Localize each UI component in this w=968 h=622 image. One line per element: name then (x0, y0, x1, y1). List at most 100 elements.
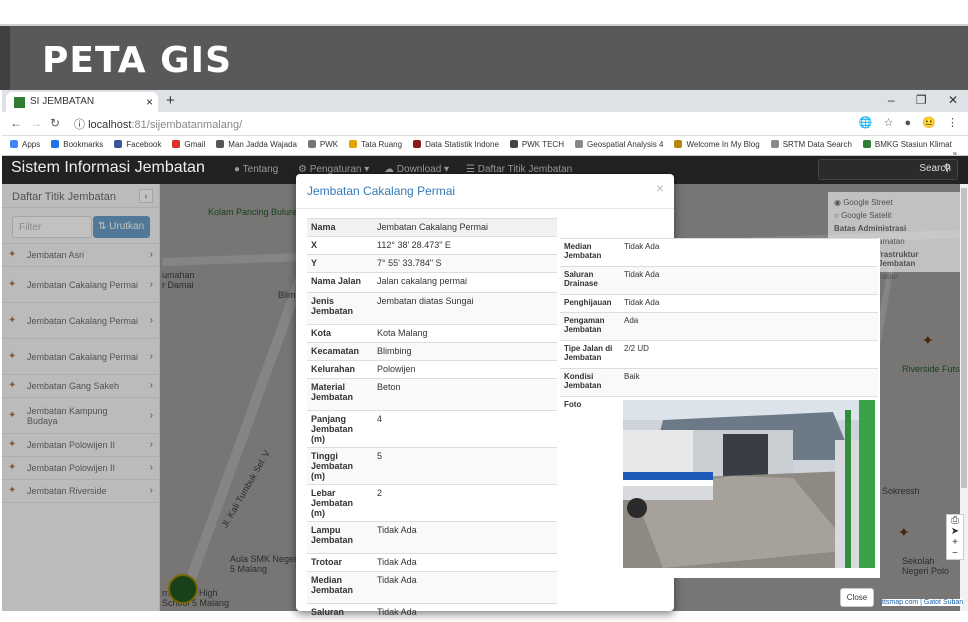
bookmark-label: PWK (319, 140, 339, 149)
bookmark-item[interactable]: Tata Ruang (349, 140, 402, 149)
field-key: Kota (307, 324, 373, 343)
back-icon[interactable]: ← (10, 116, 22, 130)
table-row: Material Jembatan Beton (307, 378, 557, 411)
layer-option-street[interactable]: ◉ Google Street (834, 198, 954, 207)
list-item-label: Jembatan Polowijen II (27, 463, 116, 473)
field-key: Pengaman Jembatan (560, 312, 620, 341)
field-key: Lebar Jembatan (m) (307, 484, 373, 522)
bookmark-item[interactable]: Man Jadda Wajada (216, 140, 297, 149)
field-key: Tipe Jalan di Jembatan (560, 340, 620, 369)
new-tab-button[interactable]: + (166, 92, 175, 109)
tab-bar: SI JEMBATAN × + – ❐ ✕ (2, 90, 968, 112)
bridge-photo (623, 400, 875, 568)
sidebar-collapse-icon[interactable]: ‹ (139, 189, 153, 203)
map-attribution[interactable]: ttsmap.com | Gatot Suban (882, 599, 964, 606)
table-row: Kelurahan Polowijen (307, 360, 557, 379)
field-value: Kota Malang (373, 324, 557, 343)
filter-input[interactable]: Filter (12, 216, 92, 238)
field-value: Baik (620, 368, 878, 397)
chevron-right-icon: › (149, 462, 153, 473)
field-key: X (307, 236, 373, 255)
modal-close-icon[interactable]: × (656, 180, 664, 196)
field-value: 5 (373, 447, 557, 485)
list-item[interactable]: ✦ Jembatan Gang Sakeh › (2, 375, 159, 398)
bridge-icon: ✦ (8, 350, 17, 362)
close-button[interactable]: Close (840, 588, 874, 607)
bookmark-icon (10, 140, 18, 148)
bookmark-item[interactable]: SRTM Data Search (770, 140, 852, 149)
bookmark-item[interactable]: PWK TECH (509, 140, 564, 149)
bookmark-item[interactable]: Facebook (114, 140, 161, 149)
table-row: Panjang Jembatan (m) 4 (307, 410, 557, 448)
field-value: Tidak Ada (620, 266, 878, 295)
bookmark-item[interactable]: Gmail (172, 140, 205, 149)
table-row: Median Jembatan Tidak Ada (560, 238, 878, 267)
bookmark-icon (674, 140, 683, 148)
list-item[interactable]: ✦ Jembatan Cakalang Permai › (2, 267, 159, 303)
list-item[interactable]: ✦ Jembatan Kampung Budaya › (2, 398, 159, 434)
chevron-right-icon: › (149, 278, 153, 290)
list-item[interactable]: ✦ Jembatan Cakalang Permai › (2, 303, 159, 339)
bookmark-label: Welcome In My Blog (686, 140, 760, 149)
zoom-out-icon[interactable]: − (947, 548, 963, 559)
browser-tab[interactable]: SI JEMBATAN × (6, 92, 158, 112)
list-item-label: Jembatan Cakalang Permai (27, 315, 139, 326)
bookmark-item[interactable]: BMKG Stasiun Klimat (862, 140, 952, 149)
print-icon[interactable]: ⎙ (947, 515, 963, 526)
field-key: Median Jembatan (307, 571, 373, 604)
list-item[interactable]: ✦ Jembatan Polowijen II › (2, 434, 159, 457)
table-row: Pengaman Jembatan Ada (560, 312, 878, 341)
list-item[interactable]: ✦ Jembatan Cakalang Permai › (2, 339, 159, 375)
map-zoom-control[interactable]: ⎙ ➤ + − (946, 514, 964, 560)
table-row: Tinggi Jembatan (m) 5 (307, 447, 557, 485)
bookmark-item[interactable]: Bookmarks (51, 140, 103, 149)
bookmark-item[interactable]: Welcome In My Blog (674, 140, 760, 149)
window-controls[interactable]: – ❐ ✕ (888, 93, 958, 107)
reload-icon[interactable]: ↻ (50, 116, 60, 130)
bridge-list: ✦ Jembatan Asri › ✦ Jembatan Cakalang Permai… (2, 244, 159, 503)
table-row: Kota Kota Malang (307, 324, 557, 343)
detail-panel-right: Median Jembatan Tidak Ada Saluran Drainase… (559, 238, 880, 578)
field-key: Nama Jalan (307, 272, 373, 293)
table-row: Median Jembatan Tidak Ada (307, 571, 557, 604)
sort-button[interactable]: ⇅ Urutkan (93, 216, 150, 238)
field-key: Material Jembatan (307, 378, 373, 411)
scrollbar-thumb[interactable] (961, 188, 967, 488)
bookmark-item[interactable]: Apps (10, 140, 40, 149)
list-item-label: Jembatan Cakalang Permai (27, 351, 139, 362)
toolbar-icons[interactable]: 🌐 ☆ ● 😐 ⋮ (859, 116, 958, 129)
field-key: Panjang Jembatan (m) (307, 410, 373, 448)
nav-tentang[interactable]: ● Tentang (234, 164, 278, 175)
field-value: Tidak Ada (373, 521, 557, 554)
bookmark-icon (307, 140, 316, 148)
detail-table-left: Nama Jembatan Cakalang Permai X 112° 38' 28… (307, 218, 557, 622)
forward-icon[interactable]: → (30, 116, 42, 130)
bookmark-icon (770, 140, 779, 148)
field-key: Saluran (307, 603, 373, 622)
modal-title: Jembatan Cakalang Permai (307, 184, 456, 198)
search-icon[interactable]: ⚲ (944, 163, 951, 174)
tab-close-icon[interactable]: × (146, 95, 153, 109)
bookmark-icon (574, 140, 583, 148)
table-row: Kecamatan Blimbing (307, 342, 557, 361)
search-input[interactable]: Search ⚲ (818, 159, 958, 180)
bookmark-icon (114, 140, 123, 148)
field-value: Blimbing (373, 342, 557, 361)
table-row: Jenis Jembatan Jembatan diatas Sungai (307, 292, 557, 325)
zoom-in-icon[interactable]: + (947, 537, 963, 548)
sidebar-header: Daftar Titik Jembatan ‹ (2, 184, 159, 208)
app-brand[interactable]: Sistem Informasi Jembatan (11, 159, 205, 177)
bookmark-item[interactable]: Geospatial Analysis 4 (574, 140, 663, 149)
list-item[interactable]: ✦ Jembatan Asri › (2, 244, 159, 267)
list-item[interactable]: ✦ Jembatan Polowijen II › (2, 457, 159, 480)
layer-option-satelit-label: Google Satelit (841, 211, 892, 220)
locate-icon[interactable]: ➤ (947, 526, 963, 537)
bookmark-item[interactable]: Data Statistik Indone (413, 140, 499, 149)
bookmark-icon (862, 140, 871, 148)
field-value: Beton (373, 378, 557, 411)
list-item[interactable]: ✦ Jembatan Riverside › (2, 480, 159, 503)
url-field[interactable]: ⓘ localhost:81/sijembatanmalang/ (74, 116, 242, 132)
bookmark-item[interactable]: PWK (307, 140, 339, 149)
layer-option-satelit[interactable]: ○ Google Satelit (834, 211, 954, 220)
bookmarks-more-icon[interactable]: » (953, 149, 957, 155)
